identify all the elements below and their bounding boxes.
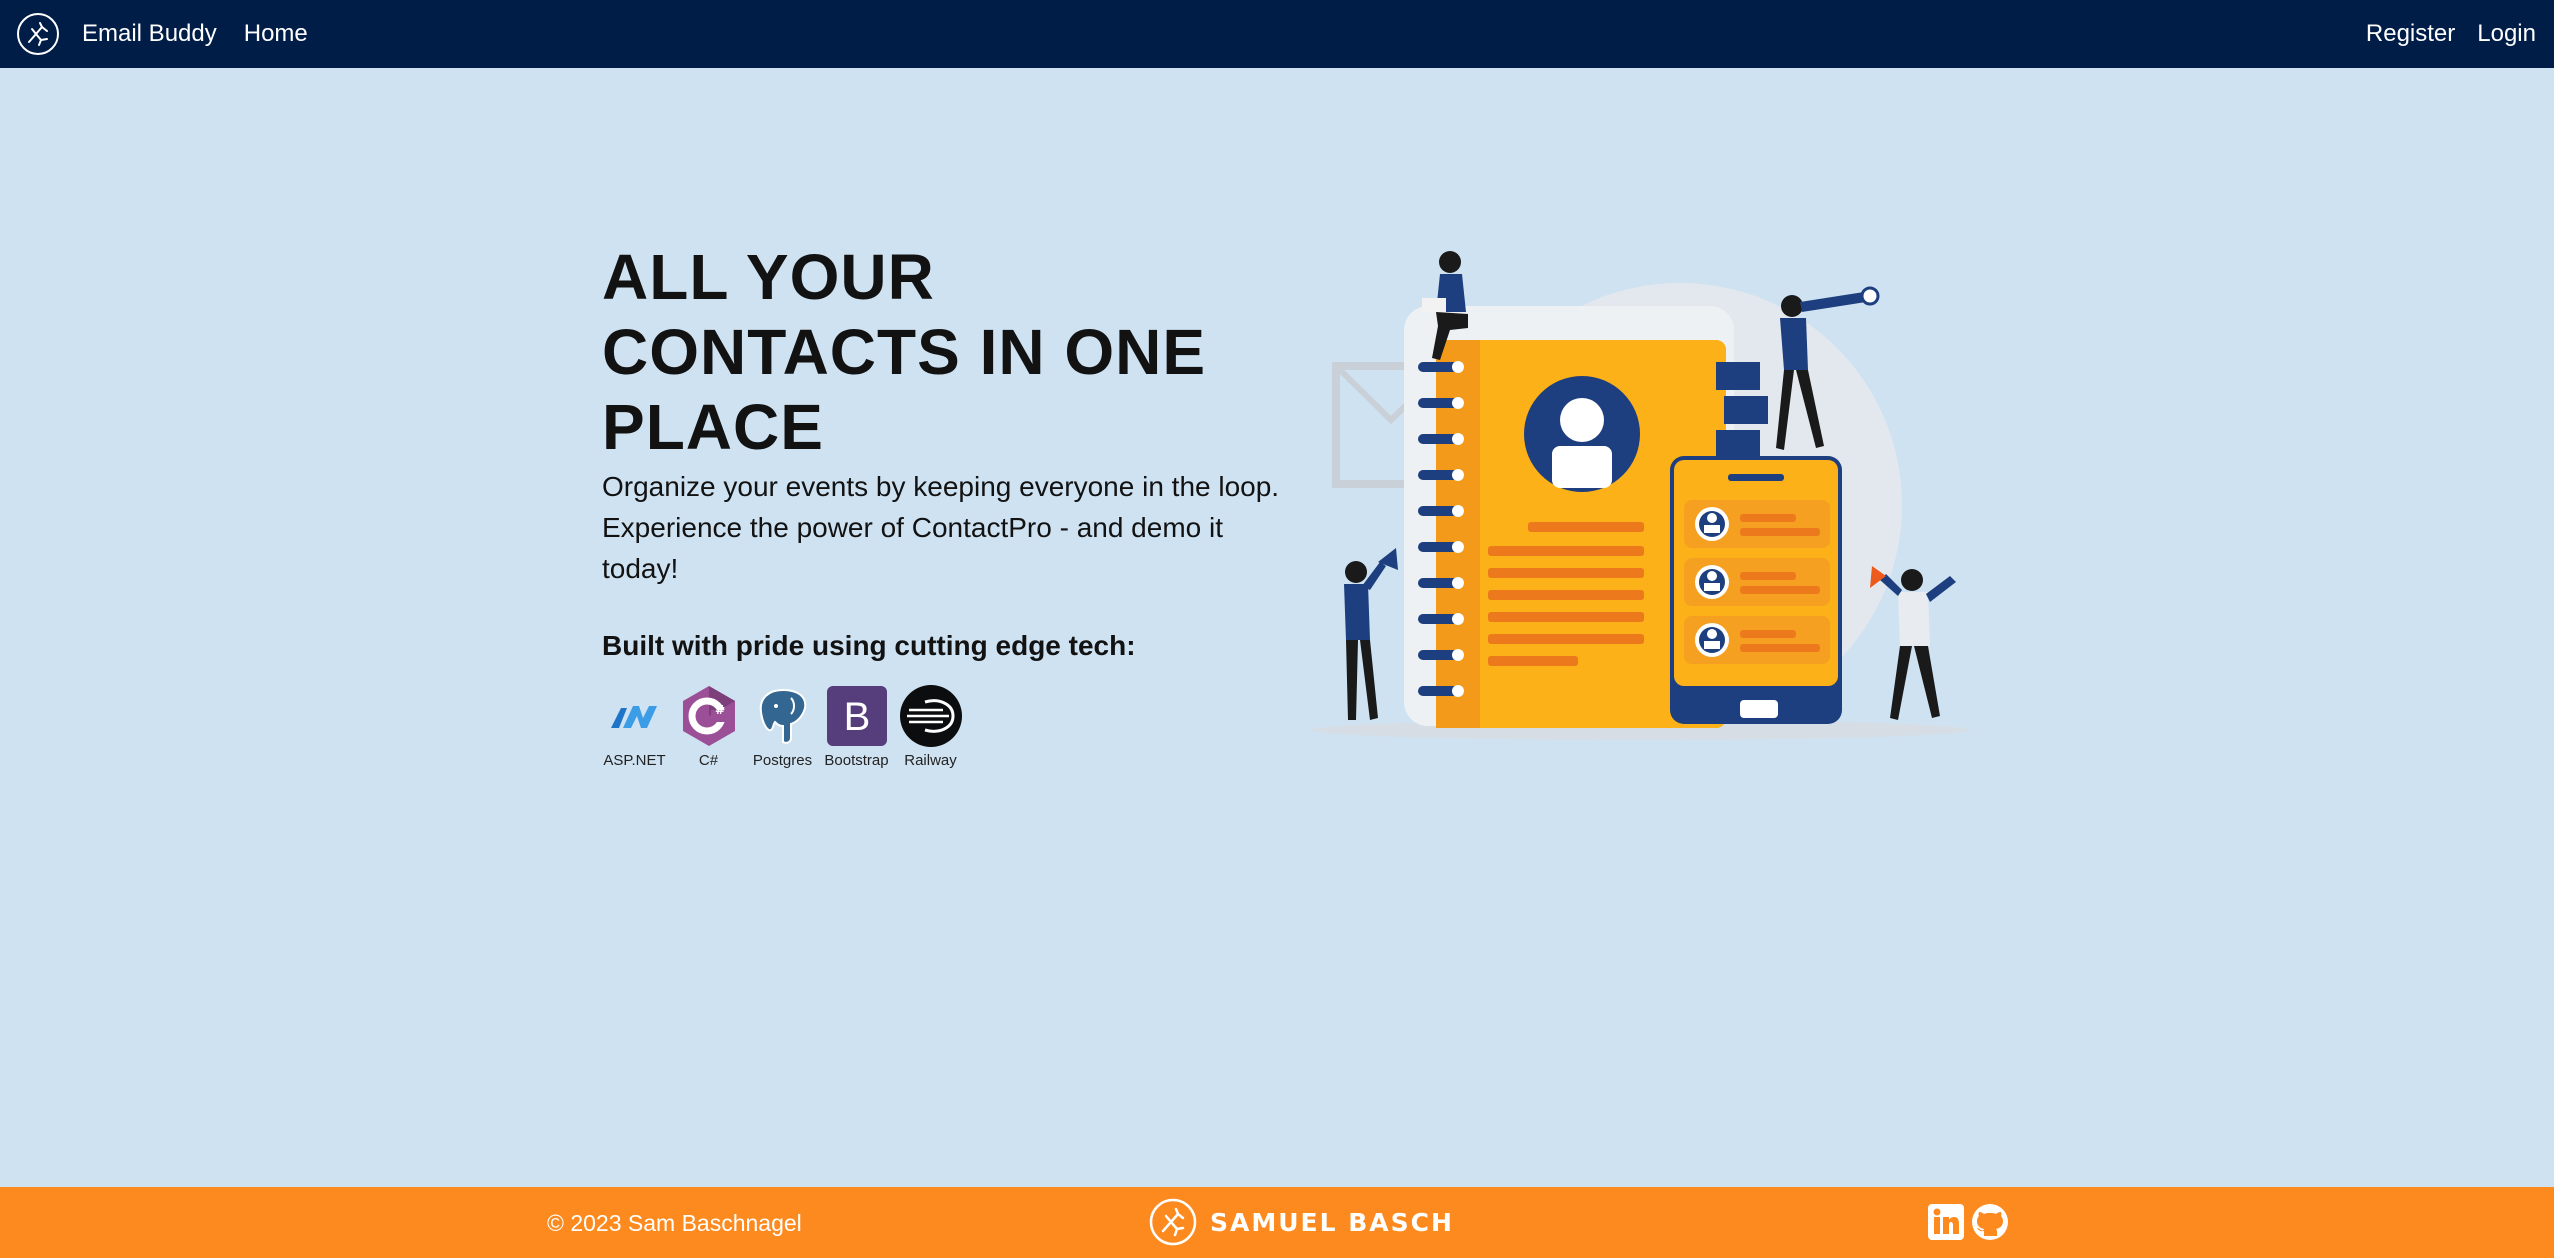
tech-heading: Built with pride using cutting edge tech… [602,630,1136,661]
hero-title: ALL YOUR CONTACTS IN ONE PLACE [602,241,1207,463]
tech-item-bootstrap: B Bootstrap [824,684,889,769]
railway-icon [899,685,962,747]
tech-label: ASP.NET [603,752,666,769]
contacts-illustration [1310,251,1970,740]
tech-item-postgres: Postgres [750,684,815,769]
footer-brand-logo-icon [1149,1198,1197,1246]
tech-item-aspnet: ASP.NET [602,684,667,769]
brand-logo-icon[interactable] [16,12,60,56]
tech-item-csharp: # C# [676,684,741,769]
hero-text: ALL YOUR CONTACTS IN ONE PLACE Organize … [602,240,1279,769]
tech-label: Postgres [752,752,813,769]
footer-brand[interactable]: SAMUEL BASCH [1148,1197,1454,1247]
nav-home-link[interactable]: Home [244,20,308,48]
postgres-icon [759,688,806,744]
tech-label: Bootstrap [824,752,889,769]
hero-subtitle: Organize your events by keeping everyone… [602,471,1280,584]
tech-label: C# [698,752,719,769]
navbar: Email Buddy Home Register Login [0,0,2554,68]
tech-label: Railway [904,752,957,769]
nav-auth-links: Register Login [2366,20,2536,48]
aspnet-icon [610,706,657,728]
footer-brand-name: SAMUEL BASCH [1210,1207,1454,1237]
bootstrap-icon: B [826,686,887,746]
footer: © 2023 Sam Baschnagel SAMUEL BASCH [0,1187,2554,1258]
footer-copyright: © 2023 Sam Baschnagel [547,1210,802,1236]
tech-list: ASP.NET # C# Postgres B Bootstrap Railwa… [602,684,1272,769]
csharp-icon: # [682,686,735,746]
nav-register-link[interactable]: Register [2366,20,2455,48]
svg-text:B: B [843,695,870,739]
brand-name-link[interactable]: Email Buddy [82,20,217,48]
linkedin-icon[interactable] [1927,1203,1965,1241]
svg-text:#: # [715,703,725,717]
nav-login-link[interactable]: Login [2477,20,2536,48]
github-icon[interactable] [1971,1203,2009,1241]
social-links [1927,1203,2009,1241]
tech-item-railway: Railway [898,684,963,769]
